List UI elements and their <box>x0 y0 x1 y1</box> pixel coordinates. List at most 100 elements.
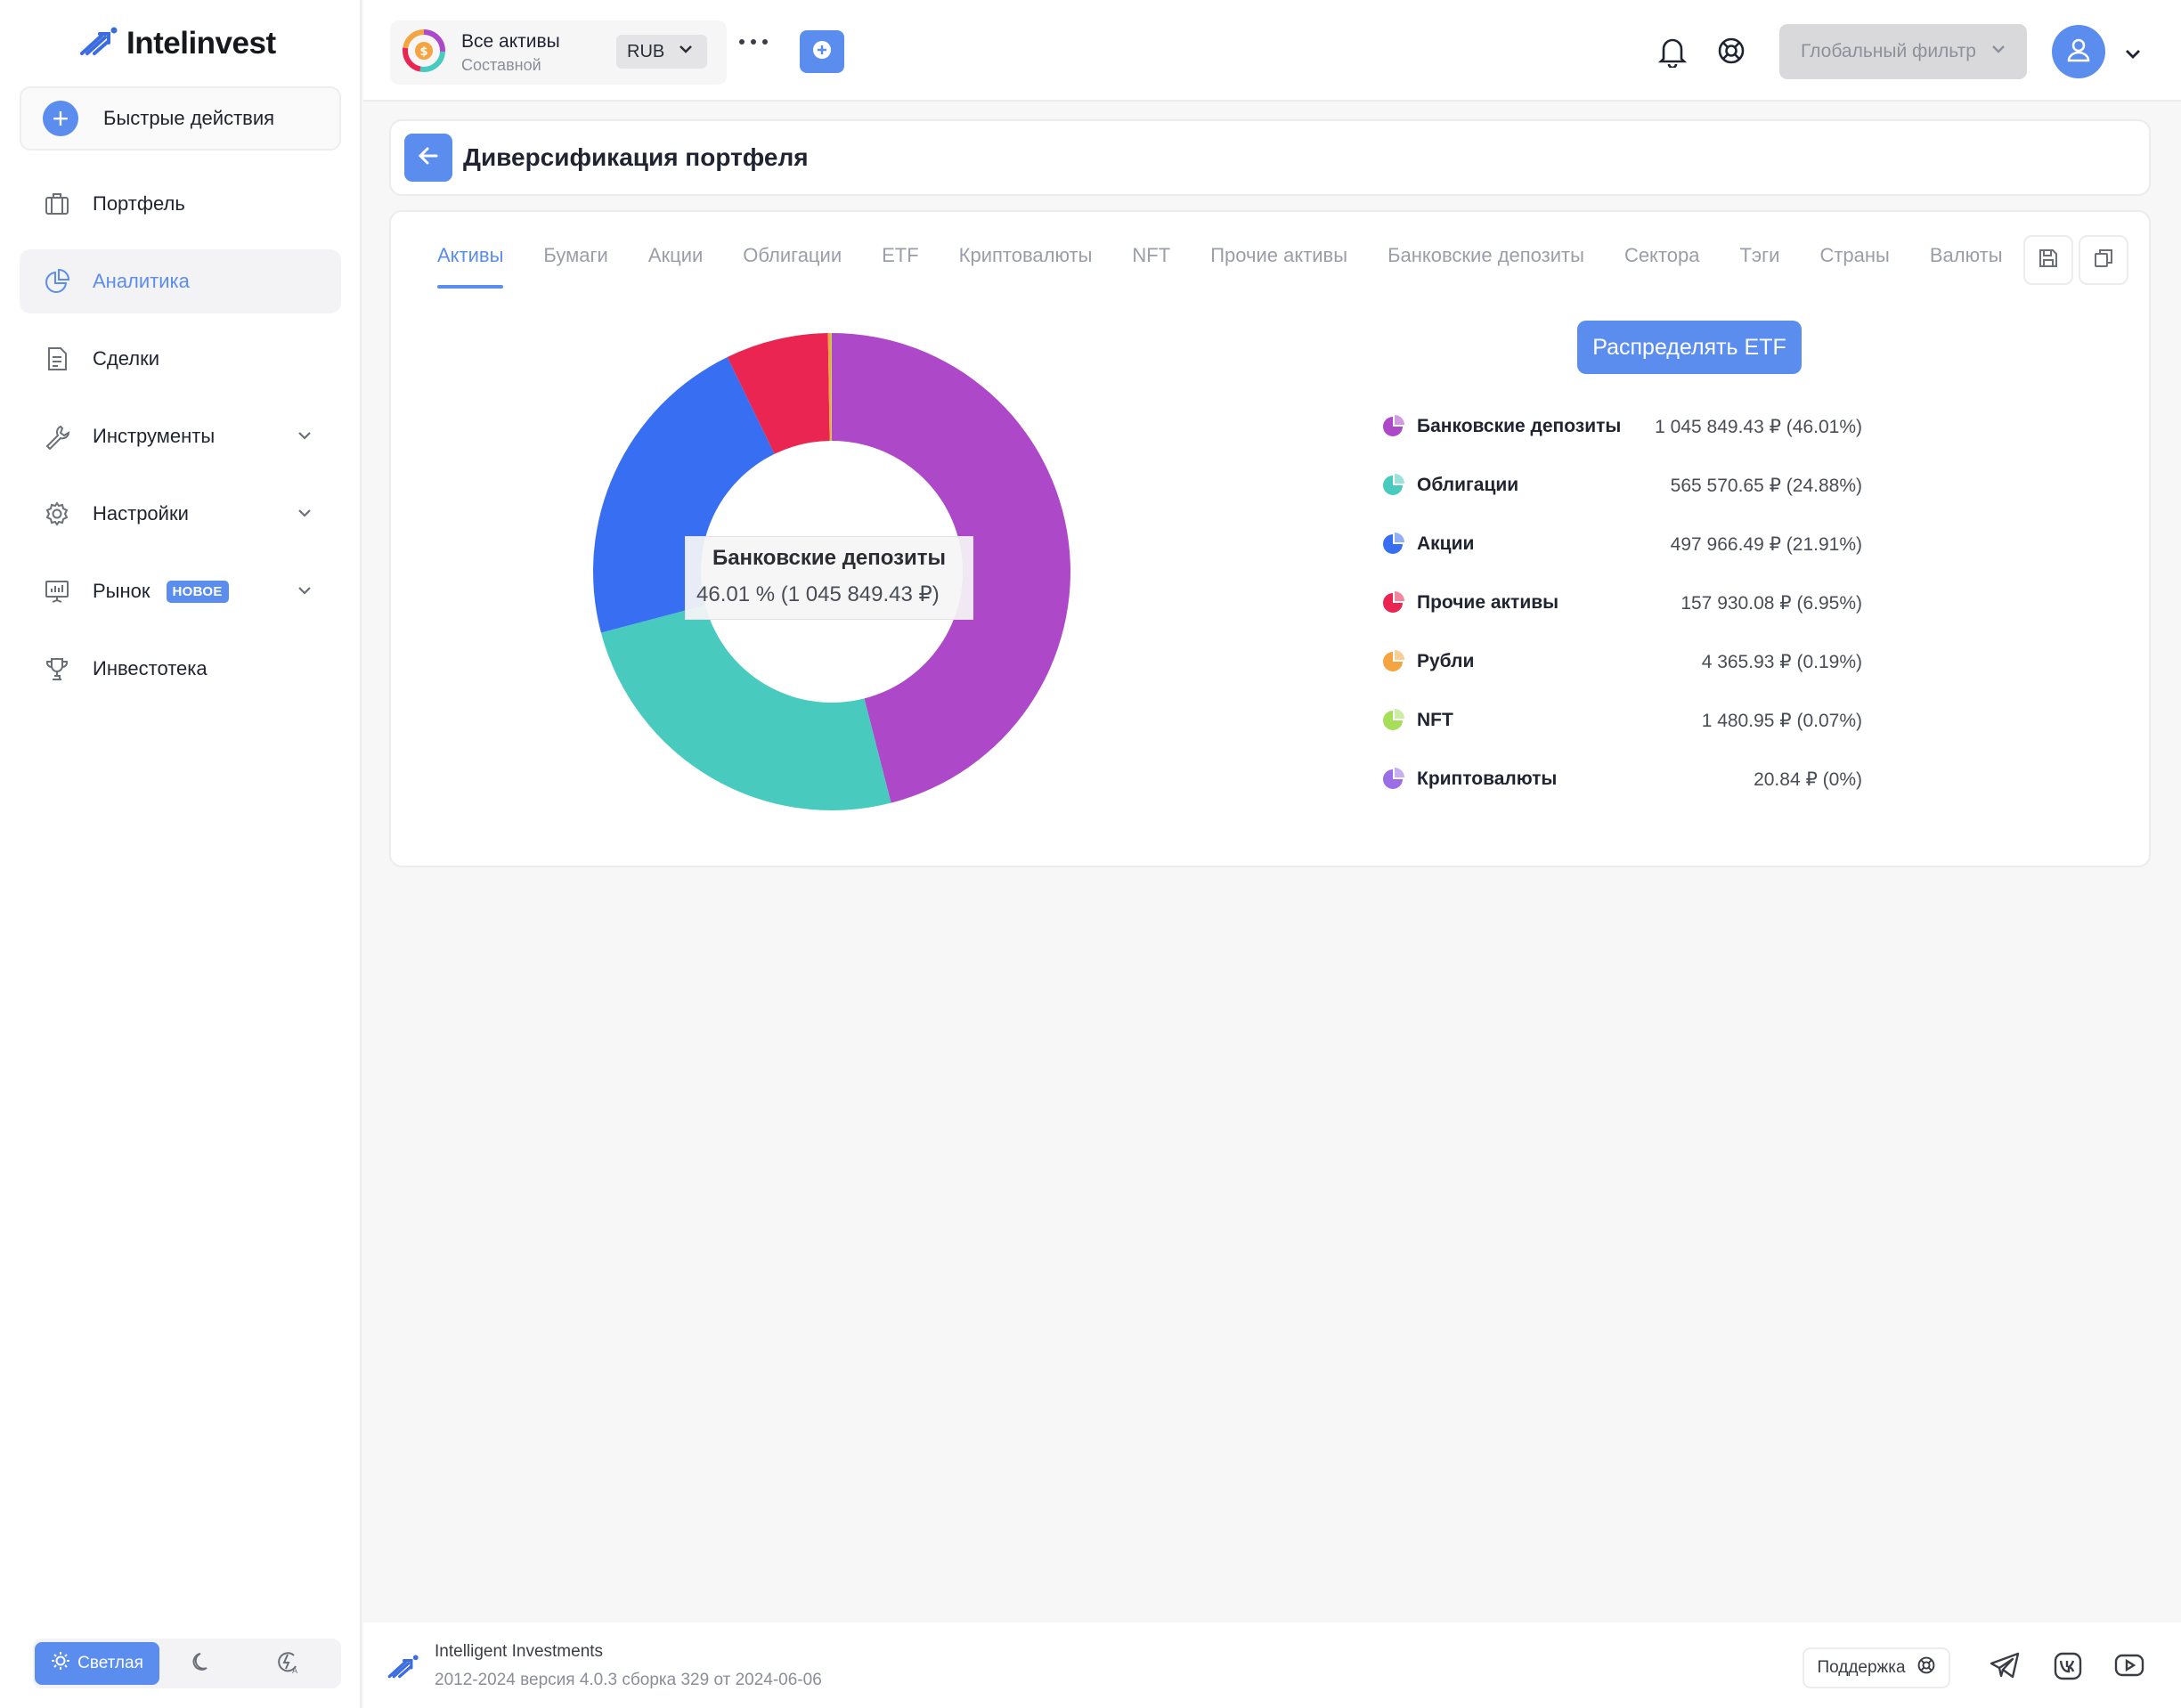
logo-text: Intelinvest <box>126 26 276 61</box>
legend-value: 157 930.08 ₽ (6.95%) <box>1681 592 1862 614</box>
tab-sectors[interactable]: Сектора <box>1624 244 1700 289</box>
new-badge: НОВОЕ <box>166 580 229 603</box>
sidebar-item-market[interactable]: Рынок НОВОЕ <box>20 559 341 623</box>
plus-icon: + <box>43 101 78 136</box>
portfolio-icon: $ <box>401 28 447 78</box>
theme-auto-button[interactable]: A <box>245 1642 330 1685</box>
arrow-left-icon <box>416 143 441 173</box>
currency-value: RUB <box>627 41 665 61</box>
presentation-icon <box>43 577 71 606</box>
footer-logo-icon <box>387 1655 419 1684</box>
sidebar-item-analytics[interactable]: Аналитика <box>20 249 341 313</box>
legend-item[interactable]: Банковские депозиты 1 045 849.43 ₽ (46.0… <box>1381 397 1862 456</box>
add-portfolio-button[interactable] <box>800 30 844 73</box>
pie-slice-icon <box>1381 768 1404 791</box>
chevron-down-icon[interactable] <box>2123 45 2143 69</box>
theme-light-button[interactable]: Светлая <box>35 1642 159 1685</box>
tab-tags[interactable]: Тэги <box>1739 244 1779 289</box>
legend-name: Банковские депозиты <box>1417 416 1622 436</box>
tabs-bar: Активы Бумаги Акции Облигации ETF Крипто… <box>437 244 2003 289</box>
legend-item[interactable]: Рубли 4 365.93 ₽ (0.19%) <box>1381 632 1862 691</box>
document-icon <box>43 345 71 373</box>
sun-icon <box>51 1651 70 1676</box>
sidebar-item-portfolio[interactable]: Портфель <box>20 172 341 236</box>
bell-icon[interactable] <box>1656 34 1689 72</box>
quick-actions-button[interactable]: + Быстрые действия <box>20 86 341 150</box>
chevron-down-icon <box>677 40 695 63</box>
tab-etf[interactable]: ETF <box>882 244 919 289</box>
pie-slice-icon <box>1381 415 1404 438</box>
support-button[interactable]: Поддержка <box>1803 1647 1950 1688</box>
telegram-icon[interactable] <box>1989 1651 2021 1684</box>
tab-countries[interactable]: Страны <box>1819 244 1889 289</box>
app-logo[interactable]: Intelinvest <box>78 23 276 64</box>
sidebar-item-investoteka[interactable]: Инвестотека <box>20 637 341 701</box>
auto-theme-icon: A <box>274 1648 301 1680</box>
chevron-down-icon <box>295 581 314 605</box>
legend-item[interactable]: Криптовалюты 20.84 ₽ (0%) <box>1381 750 1862 809</box>
legend-value: 1 045 849.43 ₽ (46.01%) <box>1655 416 1862 437</box>
donut-slice-2[interactable] <box>593 357 775 633</box>
sidebar-item-label: Аналитика <box>93 270 190 292</box>
sidebar-item-label: Рынок <box>93 580 151 602</box>
sidebar-item-tools[interactable]: Инструменты <box>20 404 341 468</box>
lifebuoy-icon[interactable] <box>1716 36 1746 70</box>
youtube-icon[interactable] <box>2113 1651 2145 1684</box>
briefcase-icon <box>43 190 71 218</box>
tab-stocks[interactable]: Акции <box>648 244 703 289</box>
tab-currencies[interactable]: Валюты <box>1930 244 2003 289</box>
legend-item[interactable]: NFT 1 480.95 ₽ (0.07%) <box>1381 691 1862 750</box>
sidebar-item-label: Настройки <box>93 502 189 525</box>
tab-bank-deposits[interactable]: Банковские депозиты <box>1388 244 1584 289</box>
legend-item[interactable]: Облигации 565 570.65 ₽ (24.88%) <box>1381 456 1862 515</box>
svg-text:$: $ <box>419 45 427 59</box>
tab-other-assets[interactable]: Прочие активы <box>1210 244 1347 289</box>
back-button[interactable] <box>404 134 452 182</box>
sidebar-item-settings[interactable]: Настройки <box>20 482 341 546</box>
svg-text:A: A <box>292 1667 298 1675</box>
donut-chart <box>591 331 1072 812</box>
page-title: Диверсификация портфеля <box>463 143 809 171</box>
chevron-down-icon <box>295 503 314 527</box>
chevron-down-icon <box>1989 39 2008 64</box>
sidebar-nav: Портфель Аналитика Сделки Инструменты На… <box>20 172 341 714</box>
logo-icon <box>78 27 118 61</box>
more-options-icon[interactable] <box>739 39 768 45</box>
vk-icon[interactable] <box>2053 1651 2083 1686</box>
legend-name: Рубли <box>1417 651 1475 671</box>
pie-slice-icon <box>1381 533 1404 556</box>
diversification-card: Активы Бумаги Акции Облигации ETF Крипто… <box>389 210 2151 867</box>
sidebar-item-deals[interactable]: Сделки <box>20 327 341 391</box>
theme-light-label: Светлая <box>77 1654 143 1672</box>
wrench-icon <box>43 422 71 451</box>
distribute-etf-button[interactable]: Распределять ETF <box>1577 321 1802 374</box>
global-filter-select[interactable]: Глобальный фильтр <box>1779 24 2027 79</box>
legend-name: NFT <box>1417 710 1453 730</box>
top-header: $ Все активы Составной RUB Глобальный фи… <box>363 0 2181 102</box>
tab-bonds[interactable]: Облигации <box>743 244 842 289</box>
trophy-icon <box>43 655 71 683</box>
tab-nft[interactable]: NFT <box>1132 244 1170 289</box>
global-filter-label: Глобальный фильтр <box>1801 41 1976 61</box>
save-button[interactable] <box>2023 235 2073 285</box>
portfolio-selector[interactable]: $ Все активы Составной RUB <box>390 20 727 85</box>
donut-slice-1[interactable] <box>600 605 891 810</box>
copy-button[interactable] <box>2079 235 2128 285</box>
sidebar-item-label: Инструменты <box>93 425 216 447</box>
user-avatar[interactable] <box>2052 25 2105 78</box>
currency-select[interactable]: RUB <box>616 35 707 69</box>
theme-switch: Светлая A <box>33 1639 341 1688</box>
gear-icon <box>43 500 71 528</box>
tab-crypto[interactable]: Криптовалюты <box>959 244 1093 289</box>
theme-dark-button[interactable] <box>159 1642 245 1685</box>
sidebar-item-label: Инвестотека <box>93 657 208 679</box>
pie-slice-icon <box>1381 650 1404 673</box>
legend-item[interactable]: Прочие активы 157 930.08 ₽ (6.95%) <box>1381 573 1862 632</box>
lifebuoy-icon <box>1917 1655 1936 1680</box>
legend-item[interactable]: Акции 497 966.49 ₽ (21.91%) <box>1381 515 1862 573</box>
tab-papers[interactable]: Бумаги <box>543 244 607 289</box>
chevron-down-icon <box>295 426 314 450</box>
donut-chart-svg <box>593 333 1070 810</box>
plus-circle-icon <box>811 39 833 65</box>
tab-assets[interactable]: Активы <box>437 244 504 289</box>
